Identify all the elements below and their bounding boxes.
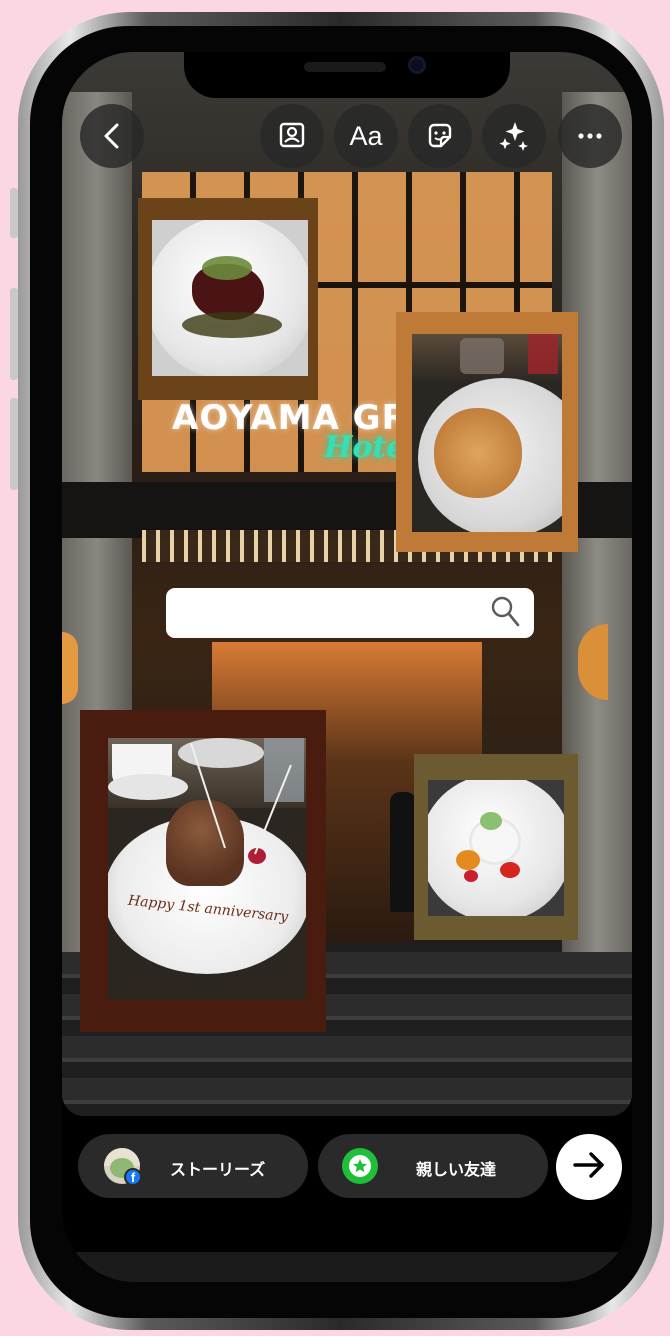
- photo-sticker-cake[interactable]: Happy 1st anniversary: [80, 710, 326, 1032]
- more-icon: [577, 132, 603, 140]
- pasta-photo: [412, 334, 562, 532]
- back-button[interactable]: [80, 104, 144, 168]
- close-friends-label: 親しい友達: [416, 1160, 497, 1179]
- mention-button[interactable]: [260, 104, 324, 168]
- home-indicator-area: [62, 1252, 632, 1282]
- effects-button[interactable]: [482, 104, 546, 168]
- share-your-story-button[interactable]: f ストーリーズ: [78, 1134, 308, 1198]
- close-friends-star-icon: [342, 1148, 378, 1184]
- text-tool-button[interactable]: Aa: [334, 104, 398, 168]
- text-tool-label: Aa: [349, 120, 383, 151]
- sticker-button[interactable]: [408, 104, 472, 168]
- beef-photo: [152, 220, 308, 376]
- wall-lamp-left: [62, 632, 78, 704]
- speaker: [304, 62, 386, 72]
- your-story-label: ストーリーズ: [170, 1160, 266, 1179]
- cake-photo: Happy 1st anniversary: [108, 738, 306, 1000]
- volume-up-button: [10, 288, 18, 380]
- photo-sticker-pasta[interactable]: [396, 312, 578, 552]
- more-button[interactable]: [558, 104, 622, 168]
- story-canvas[interactable]: AOYAMA GR Hotel Happy 1st anniversary: [62, 52, 632, 1116]
- chevron-left-icon: [100, 122, 124, 150]
- send-button[interactable]: [556, 1134, 622, 1200]
- front-camera: [408, 56, 426, 74]
- share-close-friends-button[interactable]: 親しい友達: [318, 1134, 548, 1198]
- doorman: [390, 792, 416, 912]
- photo-sticker-beef[interactable]: [138, 198, 318, 400]
- mention-icon: [277, 121, 307, 151]
- screen: AOYAMA GR Hotel Happy 1st anniversary Aa…: [62, 52, 632, 1282]
- dessert-photo: [428, 780, 564, 916]
- sticker-icon: [425, 121, 455, 151]
- search-sticker[interactable]: [166, 588, 534, 638]
- search-icon: [490, 595, 520, 631]
- facebook-icon: f: [124, 1168, 142, 1186]
- mute-switch: [10, 188, 18, 238]
- effects-sparkle-icon: [497, 119, 531, 153]
- notch: [184, 52, 510, 98]
- volume-down-button: [10, 398, 18, 490]
- photo-sticker-dessert[interactable]: [414, 754, 578, 940]
- arrow-right-icon: [572, 1151, 606, 1183]
